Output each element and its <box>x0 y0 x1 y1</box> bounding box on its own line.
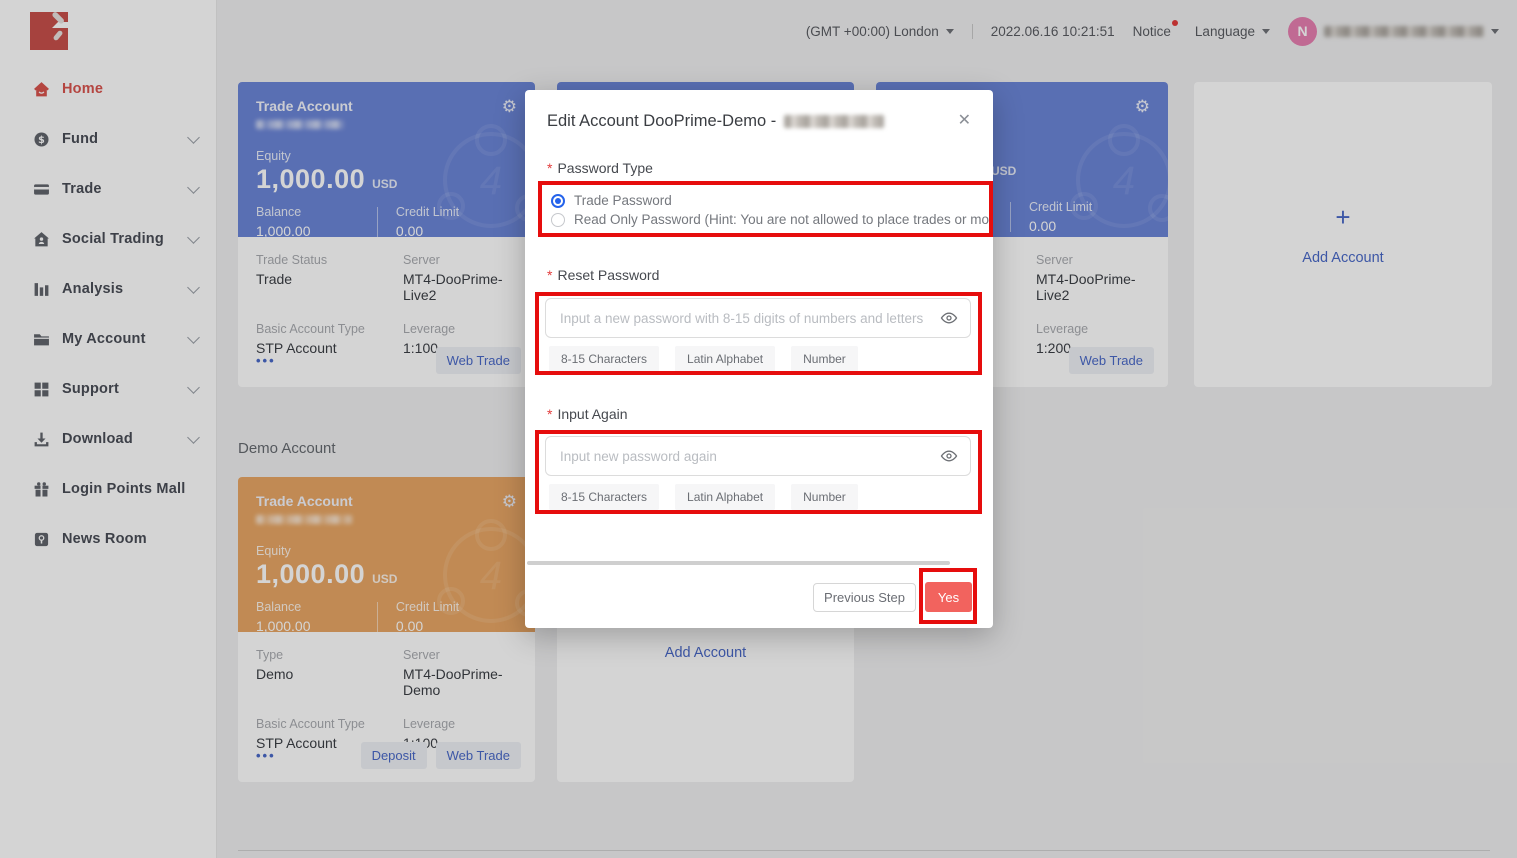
eye-icon[interactable] <box>940 311 958 325</box>
password-rule-tags: 8-15 Characters Latin Alphabet Number <box>549 484 858 510</box>
tag-number: Number <box>791 484 858 510</box>
password-rule-tags: 8-15 Characters Latin Alphabet Number <box>549 346 858 372</box>
reset-password-label: *Reset Password <box>547 267 659 283</box>
redacted-account-number <box>784 115 884 128</box>
radio-selected-icon[interactable] <box>551 194 565 208</box>
reset-password-field <box>545 298 971 338</box>
previous-step-button[interactable]: Previous Step <box>813 583 916 612</box>
input-again-label: *Input Again <box>547 406 628 422</box>
reset-password-input[interactable] <box>558 310 940 327</box>
yes-button[interactable]: Yes <box>925 582 972 612</box>
confirm-password-field <box>545 436 971 476</box>
eye-icon[interactable] <box>940 449 958 463</box>
edit-account-modal: Edit Account DooPrime-Demo - ✕ *Password… <box>525 90 993 628</box>
modal-title: Edit Account DooPrime-Demo - <box>547 112 884 131</box>
radio-read-only-password[interactable]: Read Only Password (Hint: You are not al… <box>551 210 991 229</box>
tag-number: Number <box>791 346 858 372</box>
password-type-label: *Password Type <box>547 160 653 176</box>
radio-unselected-icon[interactable] <box>551 213 565 227</box>
tag-latin-alphabet: Latin Alphabet <box>675 346 775 372</box>
radio-trade-password[interactable]: Trade Password <box>551 191 991 210</box>
close-icon[interactable]: ✕ <box>958 110 971 130</box>
tag-characters: 8-15 Characters <box>549 484 659 510</box>
confirm-password-input[interactable] <box>558 448 940 465</box>
tag-latin-alphabet: Latin Alphabet <box>675 484 775 510</box>
horizontal-scrollbar-thumb[interactable] <box>527 561 950 565</box>
tag-characters: 8-15 Characters <box>549 346 659 372</box>
